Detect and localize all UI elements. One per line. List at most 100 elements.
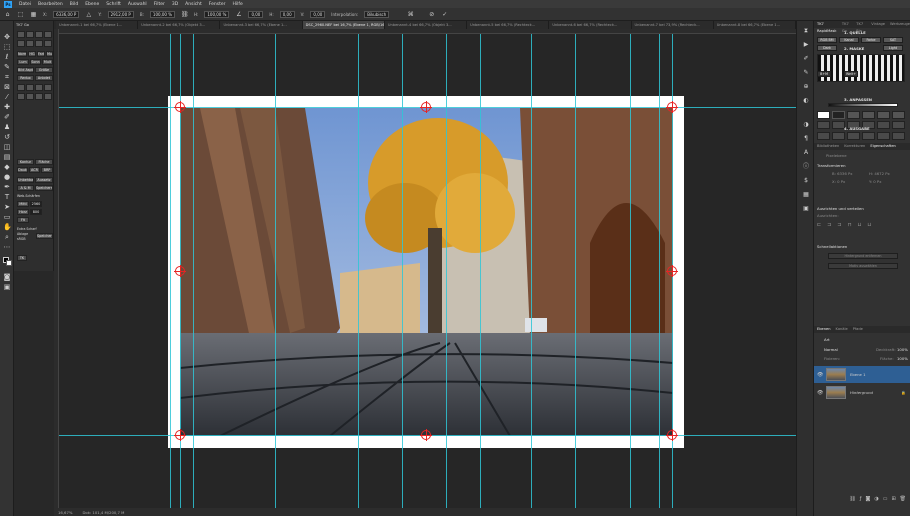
plugin-btn-speichern-2[interactable]: Speichern xyxy=(36,233,53,239)
blend-mode-select[interactable]: Normal xyxy=(824,347,838,352)
gradient-tool-icon[interactable]: ▤ xyxy=(3,153,11,161)
srgb-checkbox[interactable]: sRGB xyxy=(17,237,26,241)
plugin-tool-icon[interactable] xyxy=(26,93,34,100)
plugin-btn-norm[interactable]: Norm xyxy=(17,51,27,57)
height-input[interactable]: 100,00 % xyxy=(204,10,230,18)
stamp-tool-icon[interactable]: ♟ xyxy=(3,123,11,131)
output-icon-row[interactable] xyxy=(817,132,905,140)
layer-row-ebene-1[interactable]: 👁 Ebene 1 xyxy=(814,366,910,383)
plugin-btn-dauk[interactable]: Dauk xyxy=(17,167,28,173)
plugin-btn-redux[interactable]: Redux xyxy=(17,75,34,81)
move-tool-icon[interactable]: ✥ xyxy=(3,33,11,41)
swatches-icon[interactable]: ▦ xyxy=(802,191,810,199)
image-icon[interactable]: ▣ xyxy=(802,205,810,213)
commit-check-icon[interactable]: ✓ xyxy=(441,11,448,18)
size-2560-input[interactable]: 2560 xyxy=(30,201,42,207)
delete-layer-icon[interactable]: 🗑 xyxy=(900,495,906,503)
plugin-btn-groesse[interactable]: Größe xyxy=(35,67,53,73)
cancel-icon[interactable]: ⊘ xyxy=(428,11,435,18)
tab-kanaele[interactable]: Kanäle xyxy=(836,326,848,333)
zoom-tool-icon[interactable]: ⌕ xyxy=(3,233,11,241)
transform-handle-bottom-left[interactable] xyxy=(174,429,186,441)
align-left-icon[interactable]: ⊏ xyxy=(817,222,821,228)
plugin-btn-sonn[interactable]: Sonn xyxy=(30,59,41,65)
menu-bearbeiten[interactable]: Bearbeiten xyxy=(38,2,63,7)
plugin-tool-icon[interactable] xyxy=(35,31,43,38)
plugin-tool-icon[interactable] xyxy=(17,84,25,91)
type-tool-icon[interactable]: T xyxy=(3,193,11,201)
plugin-tool-icon[interactable] xyxy=(44,40,52,47)
plugin-btn-kontur[interactable]: Kontur xyxy=(17,159,34,165)
align-center-icon[interactable]: ⊐ xyxy=(827,222,831,228)
plugin-btn-bild-aspt[interactable]: Bild Aspt xyxy=(17,67,34,73)
interpolation-select[interactable]: Bikubisch xyxy=(364,10,390,18)
photo-layer[interactable] xyxy=(180,108,673,436)
adjustment-layer-icon[interactable]: ◑ xyxy=(874,495,878,503)
guide-vertical[interactable] xyxy=(170,34,171,508)
plugin-tool-icon[interactable] xyxy=(44,31,52,38)
guide-vertical[interactable] xyxy=(575,34,576,508)
pen-tool-icon[interactable]: ✒ xyxy=(3,183,11,191)
tab-tk7-go[interactable]: TK7 Go xyxy=(842,21,851,33)
tab-document[interactable]: Unbenannt-3 bei 66,7% (Ebene 1... xyxy=(220,21,303,29)
transform-handle-bottom-right[interactable] xyxy=(666,429,678,441)
transform-x[interactable]: X: 0 Px xyxy=(832,179,845,184)
brush-settings-icon[interactable]: ✐ xyxy=(802,55,810,63)
quick-select-tool-icon[interactable]: ✎ xyxy=(3,63,11,71)
tab-document[interactable]: Unbenannt-5 bei 66,7% (Rechteck... xyxy=(467,21,550,29)
play-icon[interactable]: ▶ xyxy=(802,41,810,49)
guide-vertical[interactable] xyxy=(480,34,481,508)
plugin-btn-a-m[interactable]: A & M xyxy=(17,185,34,191)
new-group-icon[interactable]: ▭ xyxy=(883,495,888,503)
welt-label[interactable]: Welt+ xyxy=(844,71,858,77)
history-brush-tool-icon[interactable]: ↺ xyxy=(3,133,11,141)
kanal-button[interactable]: Kanal xyxy=(839,37,859,43)
transform-handle-left[interactable] xyxy=(174,265,186,277)
plugin-btn-speichern[interactable]: Speichern xyxy=(35,185,53,191)
eraser-tool-icon[interactable]: ◫ xyxy=(3,143,11,151)
adjust-icon[interactable]: ◑ xyxy=(802,121,810,129)
transform-width[interactable]: B: 6336 Px xyxy=(832,171,853,176)
tab-tk7-rapidmask[interactable]: TK7 RapidMask xyxy=(817,21,837,33)
guide-vertical[interactable] xyxy=(659,34,660,508)
b-m-label[interactable]: B+M xyxy=(817,71,831,77)
guide-vertical[interactable] xyxy=(193,34,194,508)
tab-korrekturen[interactable]: Korrekturen xyxy=(844,143,865,150)
plugin-btn-mittl[interactable]: Mittl xyxy=(17,201,29,207)
reference-point-icon[interactable]: ▦ xyxy=(30,11,37,18)
dodge-tool-icon[interactable]: ● xyxy=(3,173,11,181)
shape-tool-icon[interactable]: ▭ xyxy=(3,213,11,221)
fx-icon[interactable]: ƒ xyxy=(860,495,862,503)
tab-tk7-bin[interactable]: TK7 Bin xyxy=(856,21,866,33)
plugin-btn-mult-2[interactable]: Mult xyxy=(42,59,53,65)
transform-height[interactable]: H: 4672 Px xyxy=(869,171,890,176)
brush-icon[interactable]: ✎ xyxy=(802,69,810,77)
adjust-slider[interactable] xyxy=(828,103,898,107)
width-input[interactable]: 100,00 % xyxy=(149,10,175,18)
guide-vertical[interactable] xyxy=(630,34,631,508)
ablage-checkbox[interactable]: Ablage xyxy=(17,232,28,236)
transform-handle-right[interactable] xyxy=(666,265,678,277)
align-buttons-row[interactable]: ⊏ ⊐ ⊐ ⊓ ⊔ ⊔ xyxy=(817,222,887,228)
opacity-input[interactable]: 100% xyxy=(897,347,908,352)
align-bottom-icon[interactable]: ⊔ xyxy=(867,222,871,228)
menu-schrift[interactable]: Schrift xyxy=(106,2,121,7)
plugin-tool-icon[interactable] xyxy=(35,84,43,91)
healing-tool-icon[interactable]: ✚ xyxy=(3,103,11,111)
rgb-bm-button[interactable]: RGB BM xyxy=(817,37,837,43)
tab-ebenen[interactable]: Ebenen xyxy=(817,326,831,333)
align-top-icon[interactable]: ⊓ xyxy=(848,222,852,228)
tab-document[interactable]: Unbenannt-2 bei 66,7% (Objekt 3... xyxy=(138,21,221,29)
size-800-input[interactable]: 800 xyxy=(30,209,42,215)
eyedropper-tool-icon[interactable]: ⁄ xyxy=(3,93,11,101)
canvas-area[interactable] xyxy=(59,34,796,508)
transform-heading[interactable]: Transformieren xyxy=(817,163,846,168)
tab-document-active[interactable]: DSC_2960.NEF bei 16,7% (Ebene 1, RGB/16)… xyxy=(302,21,385,29)
align-heading[interactable]: Ausrichten und verteilen xyxy=(817,206,864,211)
extra-scharf-checkbox[interactable]: Extra Scharf xyxy=(17,227,37,231)
zoom-level[interactable]: 16,67% xyxy=(58,510,72,515)
plugin-tool-icon[interactable] xyxy=(26,40,34,47)
tab-werkzeuge[interactable]: Werkzeuge xyxy=(890,21,910,28)
paragraph-icon[interactable]: ¶ xyxy=(802,135,810,143)
hand-tool-icon[interactable]: ✋ xyxy=(3,223,12,231)
